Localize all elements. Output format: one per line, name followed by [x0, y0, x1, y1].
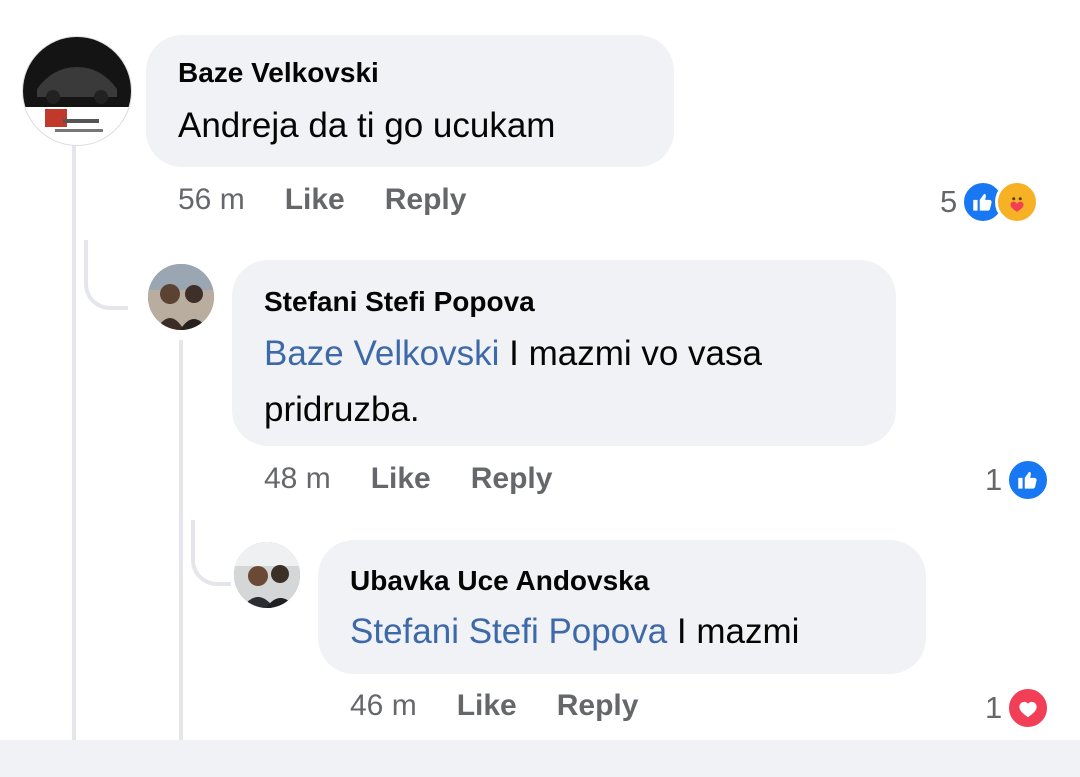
comment-author[interactable]: Ubavka Uce Andovska: [350, 565, 649, 597]
thread-line-main: [72, 140, 76, 740]
reaction-summary[interactable]: 1: [985, 686, 1051, 730]
mention-link[interactable]: Baze Velkovski: [264, 334, 499, 373]
reaction-summary[interactable]: 1: [985, 458, 1051, 502]
comment-actions: 56 m Like Reply: [178, 183, 466, 217]
comment-body: Andreja da ti go ucukam: [178, 106, 556, 145]
comment-text: Andreja da ti go ucukam: [178, 98, 555, 154]
reply-button[interactable]: Reply: [385, 183, 467, 216]
bottom-strip: [0, 740, 1080, 777]
thread-line-reply: [179, 340, 183, 740]
comment-actions: 48 m Like Reply: [264, 462, 552, 496]
reply-button[interactable]: Reply: [471, 462, 553, 495]
reply-button[interactable]: Reply: [557, 689, 639, 722]
thread-branch-2: [191, 520, 231, 586]
avatar[interactable]: [234, 542, 300, 608]
mention-link[interactable]: Stefani Stefi Popova: [350, 612, 667, 651]
avatar[interactable]: [22, 36, 132, 146]
comment-text: Baze Velkovski I mazmi vo vasa pridruzba…: [264, 326, 874, 438]
love-icon: [1006, 686, 1051, 730]
care-icon: [995, 180, 1040, 224]
comment-author[interactable]: Stefani Stefi Popova: [264, 286, 535, 318]
reaction-summary[interactable]: 5: [940, 180, 1040, 224]
avatar[interactable]: [148, 264, 214, 330]
reaction-count: 5: [940, 184, 958, 219]
reaction-count: 1: [985, 462, 1003, 497]
reaction-count: 1: [985, 690, 1003, 725]
comment-time[interactable]: 56 m: [178, 183, 245, 216]
comment-actions: 46 m Like Reply: [350, 689, 638, 723]
like-button[interactable]: Like: [285, 183, 345, 216]
comment-body: I mazmi: [676, 612, 800, 651]
comment-author[interactable]: Baze Velkovski: [178, 57, 379, 89]
like-button[interactable]: Like: [371, 462, 431, 495]
comment-time[interactable]: 48 m: [264, 462, 331, 495]
comment-text: Stefani Stefi Popova I mazmi: [350, 604, 799, 660]
comment-time[interactable]: 46 m: [350, 689, 417, 722]
like-icon: [1006, 458, 1051, 502]
thread-branch-1: [84, 240, 128, 310]
comment-body-line2: pridruzba.: [264, 390, 420, 429]
comment-body: I mazmi vo vasa: [509, 334, 762, 373]
like-button[interactable]: Like: [457, 689, 517, 722]
